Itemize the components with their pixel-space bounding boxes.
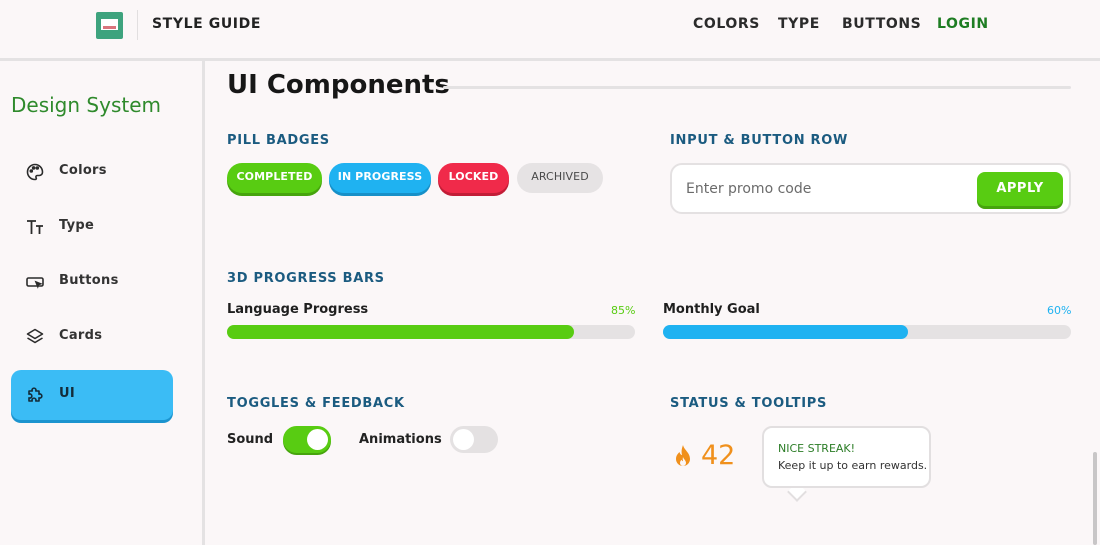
sidebar-item-ui[interactable]: UI xyxy=(11,370,173,420)
page-title: UI Components xyxy=(227,70,450,100)
badge-in-progress: IN PROGRESS xyxy=(329,163,431,193)
progress-percent-language: 85% xyxy=(611,304,636,317)
brand-title[interactable]: STYLE GUIDE xyxy=(152,16,261,32)
layers-icon xyxy=(25,327,45,347)
title-divider xyxy=(443,86,1071,89)
toggle-label-animations: Animations xyxy=(359,432,442,447)
puzzle-icon xyxy=(25,385,45,405)
section-heading-pill-badges: PILL BADGES xyxy=(227,133,330,148)
tooltip-title: NICE STREAK! xyxy=(778,442,856,455)
promo-code-input[interactable] xyxy=(686,178,966,200)
tooltip-body: Keep it up to earn rewards. xyxy=(778,459,928,472)
sidebar-title: Design System xyxy=(11,93,161,117)
nav-buttons[interactable]: BUTTONS xyxy=(842,16,921,32)
section-heading-toggles: TOGGLES & FEEDBACK xyxy=(227,396,405,411)
progress-percent-monthly: 60% xyxy=(1047,304,1072,317)
streak-tooltip: NICE STREAK! Keep it up to earn rewards. xyxy=(762,426,931,488)
sidebar-item-colors[interactable]: Colors xyxy=(11,147,173,197)
progress-track-language xyxy=(227,325,635,339)
palette-icon xyxy=(25,162,45,182)
scrollbar[interactable] xyxy=(1093,452,1097,545)
sidebar-item-buttons[interactable]: Buttons xyxy=(11,257,173,307)
badge-completed: COMPLETED xyxy=(227,163,322,193)
section-heading-progress: 3D PROGRESS BARS xyxy=(227,271,385,286)
progress-track-monthly xyxy=(663,325,1071,339)
progress-label-language: Language Progress xyxy=(227,302,369,317)
nav-login[interactable]: LOGIN xyxy=(937,16,989,32)
streak-count: 42 xyxy=(701,440,736,471)
sidebar-item-label: Cards xyxy=(59,328,103,343)
sidebar-item-label: Buttons xyxy=(59,273,119,288)
nav-type[interactable]: TYPE xyxy=(778,16,820,32)
sound-toggle[interactable] xyxy=(283,426,331,453)
section-heading-input-row: INPUT & BUTTON ROW xyxy=(670,133,849,148)
brand-divider xyxy=(137,10,138,40)
logo-icon[interactable] xyxy=(96,12,123,39)
section-heading-status: STATUS & TOOLTIPS xyxy=(670,396,828,411)
text-type-icon xyxy=(25,217,45,237)
sidebar-item-label: UI xyxy=(59,386,75,401)
badge-archived: ARCHIVED xyxy=(517,163,603,193)
progress-label-monthly: Monthly Goal xyxy=(663,302,760,317)
sidebar-item-label: Type xyxy=(59,218,95,233)
sidebar-item-type[interactable]: Type xyxy=(11,202,173,252)
badge-locked: LOCKED xyxy=(438,163,509,193)
button-cursor-icon xyxy=(25,272,45,292)
progress-fill-monthly xyxy=(663,325,908,339)
nav-colors[interactable]: COLORS xyxy=(693,16,760,32)
toggle-label-sound: Sound xyxy=(227,432,274,447)
apply-button[interactable]: APPLY xyxy=(977,172,1063,206)
sidebar-item-cards[interactable]: Cards xyxy=(11,312,173,362)
progress-fill-language xyxy=(227,325,574,339)
promo-input-group: APPLY xyxy=(670,163,1071,214)
sidebar-item-label: Colors xyxy=(59,163,107,178)
animations-toggle[interactable] xyxy=(450,426,498,453)
sidebar-divider xyxy=(202,61,205,545)
top-navbar: STYLE GUIDE COLORS TYPE BUTTONS LOGIN xyxy=(0,0,1100,58)
flame-icon xyxy=(672,444,694,470)
